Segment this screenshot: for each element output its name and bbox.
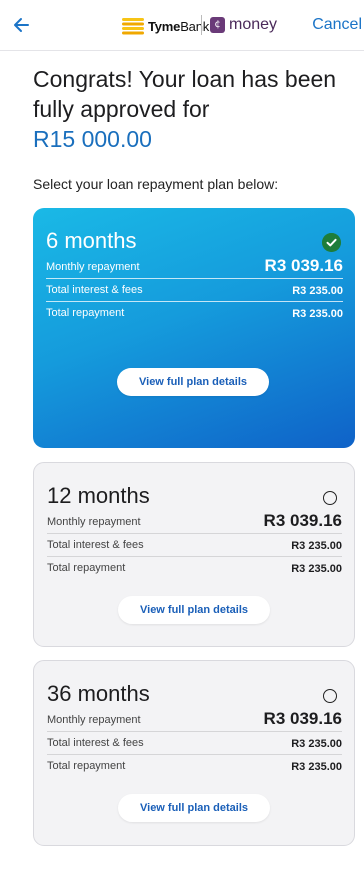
interest-fees-row: Total interest & fees R3 235.00: [46, 279, 343, 302]
row-value: R3 235.00: [291, 540, 342, 552]
money-wordmark: money: [229, 16, 278, 33]
row-label: Monthly repayment: [46, 261, 140, 273]
row-label: Total repayment: [46, 307, 125, 319]
top-bar: TymeBank ¢ money Cancel: [0, 0, 364, 51]
row-label: Total interest & fees: [46, 284, 143, 296]
plan-summary: Monthly repayment R3 039.16 Total intere…: [46, 250, 343, 324]
row-label: Total interest & fees: [47, 737, 144, 749]
row-label: Monthly repayment: [47, 714, 141, 726]
tymebank-logo-icon: [122, 18, 144, 35]
interest-fees-row: Total interest & fees R3 235.00: [47, 732, 342, 755]
total-repayment-row: Total repayment R3 235.00: [46, 302, 343, 324]
row-label: Monthly repayment: [47, 516, 141, 528]
plan-instructions: Select your loan repayment plan below:: [33, 176, 279, 192]
monthly-repayment-row: Monthly repayment R3 039.16: [47, 703, 342, 732]
plan-summary: Monthly repayment R3 039.16 Total intere…: [47, 703, 342, 777]
money-logo-icon: ¢: [210, 17, 225, 33]
plan-summary: Monthly repayment R3 039.16 Total intere…: [47, 505, 342, 579]
row-label: Total interest & fees: [47, 539, 144, 551]
row-value: R3 235.00: [292, 285, 343, 297]
header-divider: [201, 15, 202, 35]
monthly-repayment-row: Monthly repayment R3 039.16: [47, 505, 342, 534]
view-plan-details-button[interactable]: View full plan details: [118, 794, 270, 822]
approval-headline: Congrats! Your loan has been fully appro…: [33, 64, 353, 154]
row-value: R3 039.16: [263, 709, 342, 728]
tymebank-wordmark: TymeBank: [148, 19, 210, 34]
row-label: Total repayment: [47, 562, 126, 574]
row-value: R3 039.16: [263, 511, 342, 530]
row-label: Total repayment: [47, 760, 126, 772]
approval-text: Congrats! Your loan has been fully appro…: [33, 66, 337, 122]
total-repayment-row: Total repayment R3 235.00: [47, 755, 342, 777]
monthly-repayment-row: Monthly repayment R3 039.16: [46, 250, 343, 279]
back-arrow-icon[interactable]: [8, 12, 38, 38]
view-plan-details-button[interactable]: View full plan details: [118, 596, 270, 624]
plan-card-12-months[interactable]: 12 months Monthly repayment R3 039.16 To…: [33, 462, 355, 647]
row-value: R3 235.00: [291, 761, 342, 773]
total-repayment-row: Total repayment R3 235.00: [47, 557, 342, 579]
interest-fees-row: Total interest & fees R3 235.00: [47, 534, 342, 557]
row-value: R3 235.00: [292, 308, 343, 320]
view-plan-details-button[interactable]: View full plan details: [117, 368, 269, 396]
plan-card-36-months[interactable]: 36 months Monthly repayment R3 039.16 To…: [33, 660, 355, 846]
row-value: R3 235.00: [291, 563, 342, 575]
radio-unselected-icon[interactable]: [323, 491, 337, 505]
row-value: R3 039.16: [264, 256, 343, 275]
row-value: R3 235.00: [291, 738, 342, 750]
cancel-button[interactable]: Cancel: [312, 16, 362, 34]
plan-card-6-months[interactable]: 6 months Monthly repayment R3 039.16 Tot…: [33, 208, 355, 448]
radio-unselected-icon[interactable]: [323, 689, 337, 703]
approved-amount: R15 000.00: [33, 126, 152, 152]
